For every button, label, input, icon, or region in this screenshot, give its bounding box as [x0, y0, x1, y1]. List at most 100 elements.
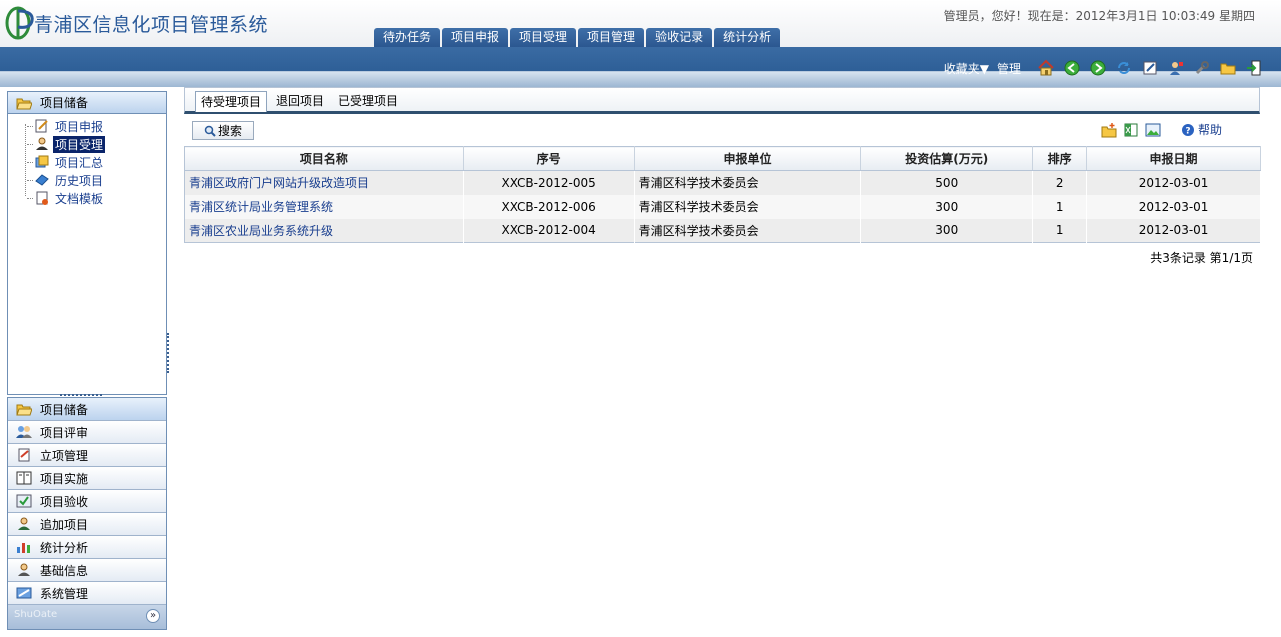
tab-acceptance-record[interactable]: 验收记录: [646, 28, 713, 47]
date-cell: 2012-03-01: [1086, 194, 1261, 219]
user-online-icon[interactable]: [1167, 59, 1185, 77]
user-add-icon: [18, 517, 30, 530]
folder-open-icon: [16, 98, 32, 109]
tab-project-apply[interactable]: 项目申报: [442, 28, 509, 47]
column-header-order[interactable]: 排序: [1032, 146, 1088, 171]
tree-item-history-projects[interactable]: 历史项目: [25, 171, 166, 189]
tab-statistics[interactable]: 统计分析: [714, 28, 781, 47]
accordion-item-project-acceptance[interactable]: 项目验收: [8, 490, 166, 513]
serial-cell: XXCB-2012-006: [463, 194, 635, 219]
collapse-chevron-icon[interactable]: »: [146, 609, 160, 623]
table-row[interactable]: 青浦区农业局业务系统升级 XXCB-2012-004 青浦区科学技术委员会 30…: [184, 218, 1261, 243]
vertical-splitter-handle[interactable]: [167, 333, 170, 373]
search-button[interactable]: 搜索: [192, 121, 254, 140]
tree-item-project-summary[interactable]: 项目汇总: [25, 153, 166, 171]
nav-tree: 项目申报 项目受理 项目汇总 历史项目 文档模板: [8, 114, 166, 207]
users-icon: [16, 426, 32, 438]
tree-item-project-apply[interactable]: 项目申报: [25, 117, 166, 135]
column-header-project-name[interactable]: 项目名称: [184, 146, 464, 171]
investment-cell: 500: [860, 170, 1034, 195]
user-icon: [36, 137, 48, 150]
tab-project-accept[interactable]: 项目受理: [510, 28, 577, 47]
help-link[interactable]: ? 帮助: [1175, 121, 1222, 138]
table-row[interactable]: 青浦区政府门户网站升级改造项目 XXCB-2012-005 青浦区科学技术委员会…: [184, 170, 1261, 195]
accordion-item-project-reserve[interactable]: 项目储备: [8, 398, 166, 421]
column-header-investment[interactable]: 投资估算(万元): [860, 146, 1034, 171]
project-name-link[interactable]: 青浦区政府门户网站升级改造项目: [189, 176, 369, 190]
history-icon: [35, 174, 49, 186]
order-cell: 2: [1032, 170, 1088, 195]
info-icon: [18, 563, 30, 576]
app-header: 青浦区信息化项目管理系统 管理员，您好！现在是：2012年3月1日 10:03:…: [0, 0, 1281, 47]
top-nav-tabs: 待办任务 项目申报 项目受理 项目管理 验收记录 统计分析: [374, 28, 782, 47]
applicant-cell: 青浦区科学技术委员会: [634, 218, 862, 243]
action-bar: 搜索 ? 帮助: [184, 118, 1260, 142]
tree-panel-header: 项目储备: [8, 92, 166, 114]
date-cell: 2012-03-01: [1086, 218, 1261, 243]
project-name-link[interactable]: 青浦区农业局业务系统升级: [189, 224, 333, 238]
accordion-item-project-implementation[interactable]: 项目实施: [8, 467, 166, 490]
manage-link[interactable]: 管理: [997, 60, 1021, 77]
export-excel-icon[interactable]: [1123, 122, 1139, 138]
book-icon: [16, 471, 32, 485]
document-icon: [36, 191, 48, 205]
pending-projects-table: 项目名称 序号 申报单位 投资估算(万元) 排序 申报日期 青浦区政府门户网站升…: [184, 146, 1261, 243]
form-edit-icon: [35, 119, 48, 133]
tab-accepted-projects[interactable]: 已受理项目: [333, 91, 403, 112]
back-icon[interactable]: [1063, 59, 1081, 77]
app-title: 青浦区信息化项目管理系统: [34, 13, 269, 36]
settings-icon: [16, 587, 32, 599]
investment-cell: 300: [860, 218, 1034, 243]
tree-panel-title: 项目储备: [40, 96, 89, 110]
accordion-item-basic-info[interactable]: 基础信息: [8, 559, 166, 582]
svg-text:?: ?: [1185, 126, 1190, 136]
accordion-footer: ShuOate »: [8, 605, 166, 629]
accordion-item-add-project[interactable]: 追加项目: [8, 513, 166, 536]
tree-item-doc-templates[interactable]: 文档模板: [25, 189, 166, 207]
clipboard-icon: [18, 448, 30, 462]
summary-icon: [35, 155, 49, 168]
greeting-text: 管理员，您好！现在是：2012年3月1日 10:03:49 星期四: [943, 9, 1255, 23]
chart-icon: [17, 543, 30, 553]
accordion-item-system-management[interactable]: 系统管理: [8, 582, 166, 605]
favorites-menu[interactable]: 收藏夹▼: [944, 60, 989, 77]
tab-pending-projects[interactable]: 待受理项目: [195, 91, 268, 112]
tab-project-manage[interactable]: 项目管理: [578, 28, 645, 47]
forward-icon[interactable]: [1089, 59, 1107, 77]
search-icon: [204, 125, 216, 137]
tree-item-project-accept[interactable]: 项目受理: [25, 135, 166, 153]
refresh-icon[interactable]: [1115, 59, 1133, 77]
accept-icon: [16, 494, 32, 508]
column-header-date[interactable]: 申报日期: [1086, 146, 1261, 171]
top-toolbar: 收藏夹▼ 管理: [0, 47, 1281, 87]
serial-cell: XXCB-2012-004: [463, 218, 635, 243]
new-folder-icon[interactable]: [1101, 122, 1117, 138]
folder-open-icon: [16, 404, 32, 416]
accordion-item-approval-management[interactable]: 立项管理: [8, 444, 166, 467]
project-name-link[interactable]: 青浦区统计局业务管理系统: [189, 200, 333, 214]
tools-icon[interactable]: [1193, 59, 1211, 77]
edit-icon[interactable]: [1141, 59, 1159, 77]
app-logo: 青浦区信息化项目管理系统: [4, 5, 268, 41]
logout-icon[interactable]: [1245, 59, 1263, 77]
tab-todo[interactable]: 待办任务: [374, 28, 441, 47]
table-header-row: 项目名称 序号 申报单位 投资估算(万元) 排序 申报日期: [184, 146, 1261, 171]
module-accordion: 项目储备 项目评审 立项管理 项目实施 项目验收 追加项目 统计分析 基础信息 …: [7, 397, 167, 630]
column-header-serial[interactable]: 序号: [463, 146, 635, 171]
footer-brand: ShuOate: [14, 609, 58, 620]
order-cell: 1: [1032, 218, 1088, 243]
accordion-item-statistics[interactable]: 统计分析: [8, 536, 166, 559]
left-tree-panel: 项目储备 项目申报 项目受理 项目汇总 历史项目 文档模板: [7, 91, 167, 395]
content-tab-bar: 待受理项目 退回项目 已受理项目: [184, 87, 1260, 114]
tab-returned-projects[interactable]: 退回项目: [271, 91, 329, 112]
image-icon[interactable]: [1145, 122, 1161, 138]
pagination-info: 共3条记录 第1/1页: [1150, 251, 1253, 265]
date-cell: 2012-03-01: [1086, 170, 1261, 195]
column-header-applicant[interactable]: 申报单位: [634, 146, 862, 171]
investment-cell: 300: [860, 194, 1034, 219]
accordion-item-project-review[interactable]: 项目评审: [8, 421, 166, 444]
folder-icon[interactable]: [1219, 59, 1237, 77]
applicant-cell: 青浦区科学技术委员会: [634, 170, 862, 195]
table-row[interactable]: 青浦区统计局业务管理系统 XXCB-2012-006 青浦区科学技术委员会 30…: [184, 194, 1261, 219]
home-icon[interactable]: [1037, 59, 1055, 77]
